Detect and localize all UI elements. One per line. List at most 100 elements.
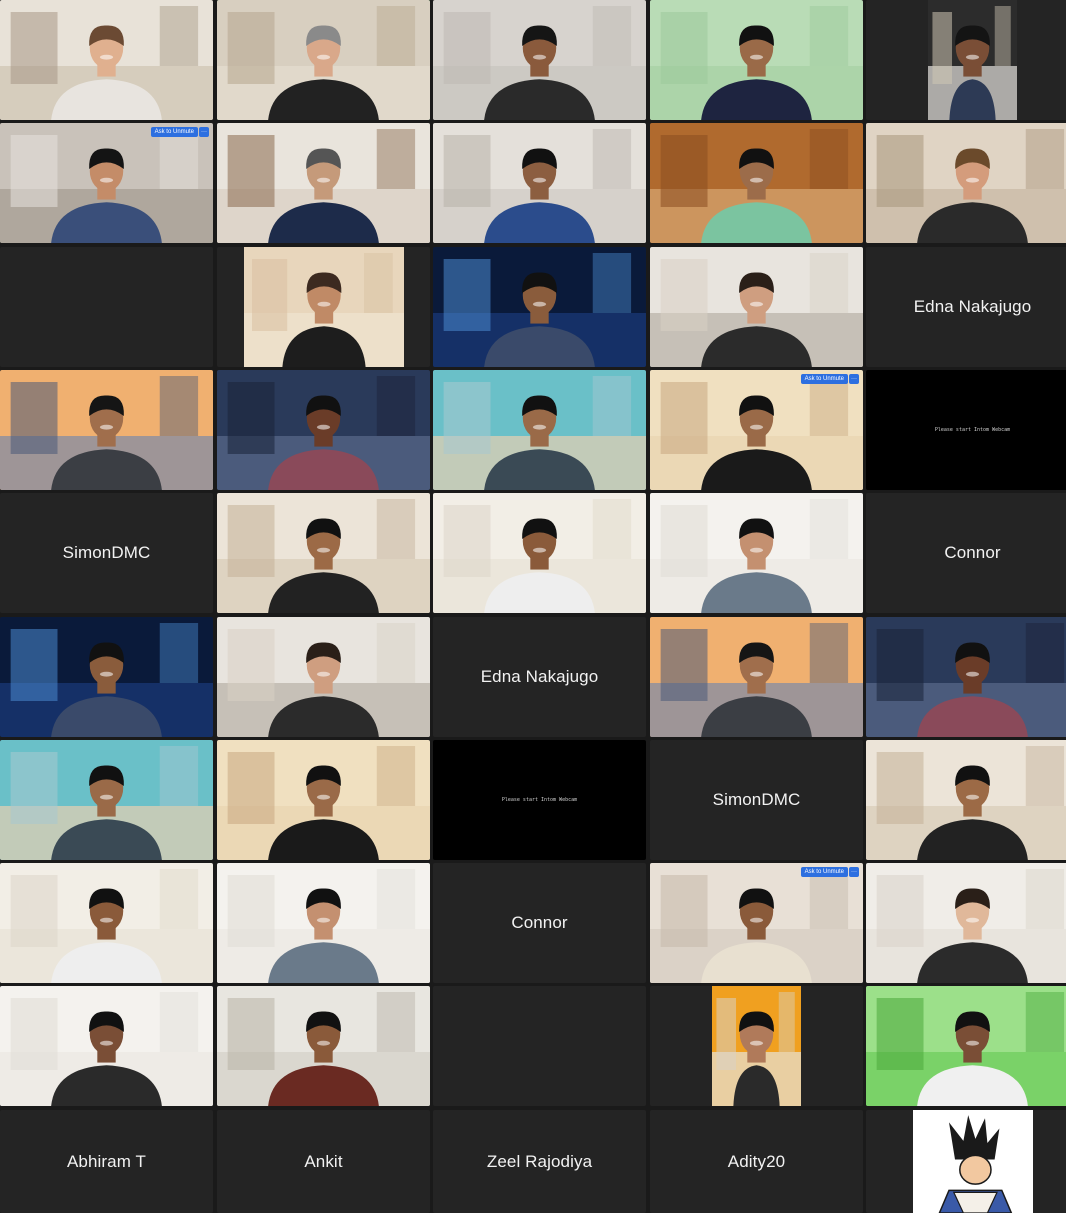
ask-to-unmute-control[interactable]: Ask to Unmute ··· xyxy=(800,374,859,384)
participant-video-tile[interactable] xyxy=(650,0,863,120)
participant-video-frame xyxy=(433,0,646,120)
participant-video-tile[interactable] xyxy=(650,986,863,1106)
ask-to-unmute-button[interactable]: Ask to Unmute xyxy=(150,127,198,137)
more-options-icon[interactable]: ··· xyxy=(199,127,209,137)
more-options-icon[interactable]: ··· xyxy=(849,867,859,877)
more-options-icon[interactable]: ··· xyxy=(849,374,859,384)
participant-video-tile[interactable] xyxy=(217,370,430,490)
ask-to-unmute-button[interactable]: Ask to Unmute xyxy=(800,374,848,384)
participant-name-tile[interactable]: SimonDMC xyxy=(0,493,213,613)
participant-name-tile[interactable]: Zeel Rajodiya xyxy=(433,1110,646,1213)
participant-empty-tile[interactable] xyxy=(0,247,213,367)
participant-video-frame xyxy=(866,123,1066,243)
participant-name: Connor xyxy=(511,913,568,932)
participant-video-frame xyxy=(0,123,213,243)
participant-video-tile[interactable] xyxy=(433,0,646,120)
participant-name: Abhiram T xyxy=(66,1151,146,1171)
participant-name: Zeel Rajodiya xyxy=(486,1151,593,1171)
participant-name-tile[interactable]: Edna Nakajugo xyxy=(433,617,646,737)
participant-video-tile[interactable] xyxy=(866,740,1066,860)
participant-name: Edna Nakajugo xyxy=(913,297,1032,316)
participant-video-tile[interactable] xyxy=(217,617,430,737)
participant-video-tile[interactable] xyxy=(433,493,646,613)
participant-video-tile[interactable] xyxy=(866,986,1066,1106)
participant-video-tile[interactable] xyxy=(650,123,863,243)
participant-video-frame xyxy=(217,370,430,490)
participant-video-tile[interactable] xyxy=(0,986,213,1106)
webcam-message: Please start Intom Webcam xyxy=(501,797,578,803)
participant-video-tile[interactable] xyxy=(217,986,430,1106)
participant-video-tile[interactable] xyxy=(866,0,1066,120)
participant-avatar-tile[interactable] xyxy=(866,1110,1066,1213)
participant-video-frame xyxy=(0,986,213,1106)
participant-video-tile[interactable] xyxy=(0,863,213,983)
participant-video-tile[interactable] xyxy=(650,617,863,737)
participant-name-tile[interactable]: Adity20 xyxy=(650,1110,863,1213)
participant-webcam-placeholder-tile[interactable]: Please start Intom Webcam xyxy=(433,740,646,860)
participant-video-tile[interactable] xyxy=(866,617,1066,737)
participant-video-tile[interactable] xyxy=(217,247,430,367)
video-grid: Ask to Unmute ··· Edna Nakajugo Ask to U… xyxy=(0,0,1066,1213)
participant-video-tile[interactable] xyxy=(0,740,213,860)
participant-webcam-placeholder-tile[interactable]: Please start Intom Webcam xyxy=(866,370,1066,490)
participant-video-tile[interactable] xyxy=(866,123,1066,243)
participant-video-frame xyxy=(433,123,646,243)
participant-video-tile[interactable] xyxy=(217,863,430,983)
ask-to-unmute-button[interactable]: Ask to Unmute xyxy=(800,867,848,877)
participant-name-tile[interactable]: Connor xyxy=(866,493,1066,613)
vegeta-avatar-image xyxy=(912,1110,1033,1213)
participant-video-frame xyxy=(217,863,430,983)
ask-to-unmute-control[interactable]: Ask to Unmute ··· xyxy=(150,127,209,137)
participant-video-frame xyxy=(650,493,863,613)
participant-video-tile[interactable] xyxy=(650,247,863,367)
participant-video-tile[interactable] xyxy=(217,740,430,860)
participant-video-tile[interactable]: Ask to Unmute ··· xyxy=(0,123,213,243)
participant-video-frame xyxy=(217,740,430,860)
participant-video-tile[interactable] xyxy=(433,247,646,367)
participant-video-frame xyxy=(866,863,1066,983)
participant-video-inset xyxy=(243,247,404,367)
participant-name: Connor xyxy=(944,543,1001,562)
participant-video-tile[interactable] xyxy=(433,370,646,490)
participant-video-frame xyxy=(650,123,863,243)
participant-name-tile[interactable]: Edna Nakajugo xyxy=(866,247,1066,367)
participant-name-tile[interactable]: SimonDMC xyxy=(650,740,863,860)
participant-name-tile[interactable]: Abhiram T xyxy=(0,1110,213,1213)
participant-video-tile[interactable]: Ask to Unmute ··· xyxy=(650,863,863,983)
participant-video-frame xyxy=(650,247,863,367)
participant-video-tile[interactable] xyxy=(0,0,213,120)
participant-video-frame xyxy=(650,863,863,983)
participant-video-frame xyxy=(866,740,1066,860)
participant-video-tile[interactable] xyxy=(433,123,646,243)
ask-to-unmute-control[interactable]: Ask to Unmute ··· xyxy=(800,867,859,877)
participant-video-frame xyxy=(0,863,213,983)
participant-name: Ankit xyxy=(304,1151,343,1171)
participant-video-frame xyxy=(712,986,801,1106)
participant-name: SimonDMC xyxy=(62,543,151,562)
participant-name: SimonDMC xyxy=(712,790,801,809)
participant-video-tile[interactable] xyxy=(217,0,430,120)
participant-video-frame xyxy=(650,0,863,120)
participant-video-inset xyxy=(928,0,1017,120)
participant-video-frame xyxy=(433,370,646,490)
participant-video-frame xyxy=(0,370,213,490)
participant-name: Edna Nakajugo xyxy=(480,667,599,686)
participant-video-tile[interactable] xyxy=(866,863,1066,983)
participant-name-tile[interactable]: Ankit xyxy=(217,1110,430,1213)
participant-empty-tile[interactable] xyxy=(433,986,646,1106)
participant-video-tile[interactable] xyxy=(217,123,430,243)
participant-video-frame xyxy=(866,617,1066,737)
participant-video-frame xyxy=(217,617,430,737)
participant-video-frame xyxy=(217,123,430,243)
participant-video-tile[interactable] xyxy=(217,493,430,613)
participant-video-tile[interactable]: Ask to Unmute ··· xyxy=(650,370,863,490)
participant-video-frame xyxy=(217,0,430,120)
participant-video-frame xyxy=(0,617,213,737)
participant-video-tile[interactable] xyxy=(0,617,213,737)
participant-video-tile[interactable] xyxy=(0,370,213,490)
participant-name-tile[interactable]: Connor xyxy=(433,863,646,983)
webcam-message: Please start Intom Webcam xyxy=(934,427,1011,433)
participant-video-frame xyxy=(650,370,863,490)
participant-video-tile[interactable] xyxy=(650,493,863,613)
participant-video-frame xyxy=(0,0,213,120)
